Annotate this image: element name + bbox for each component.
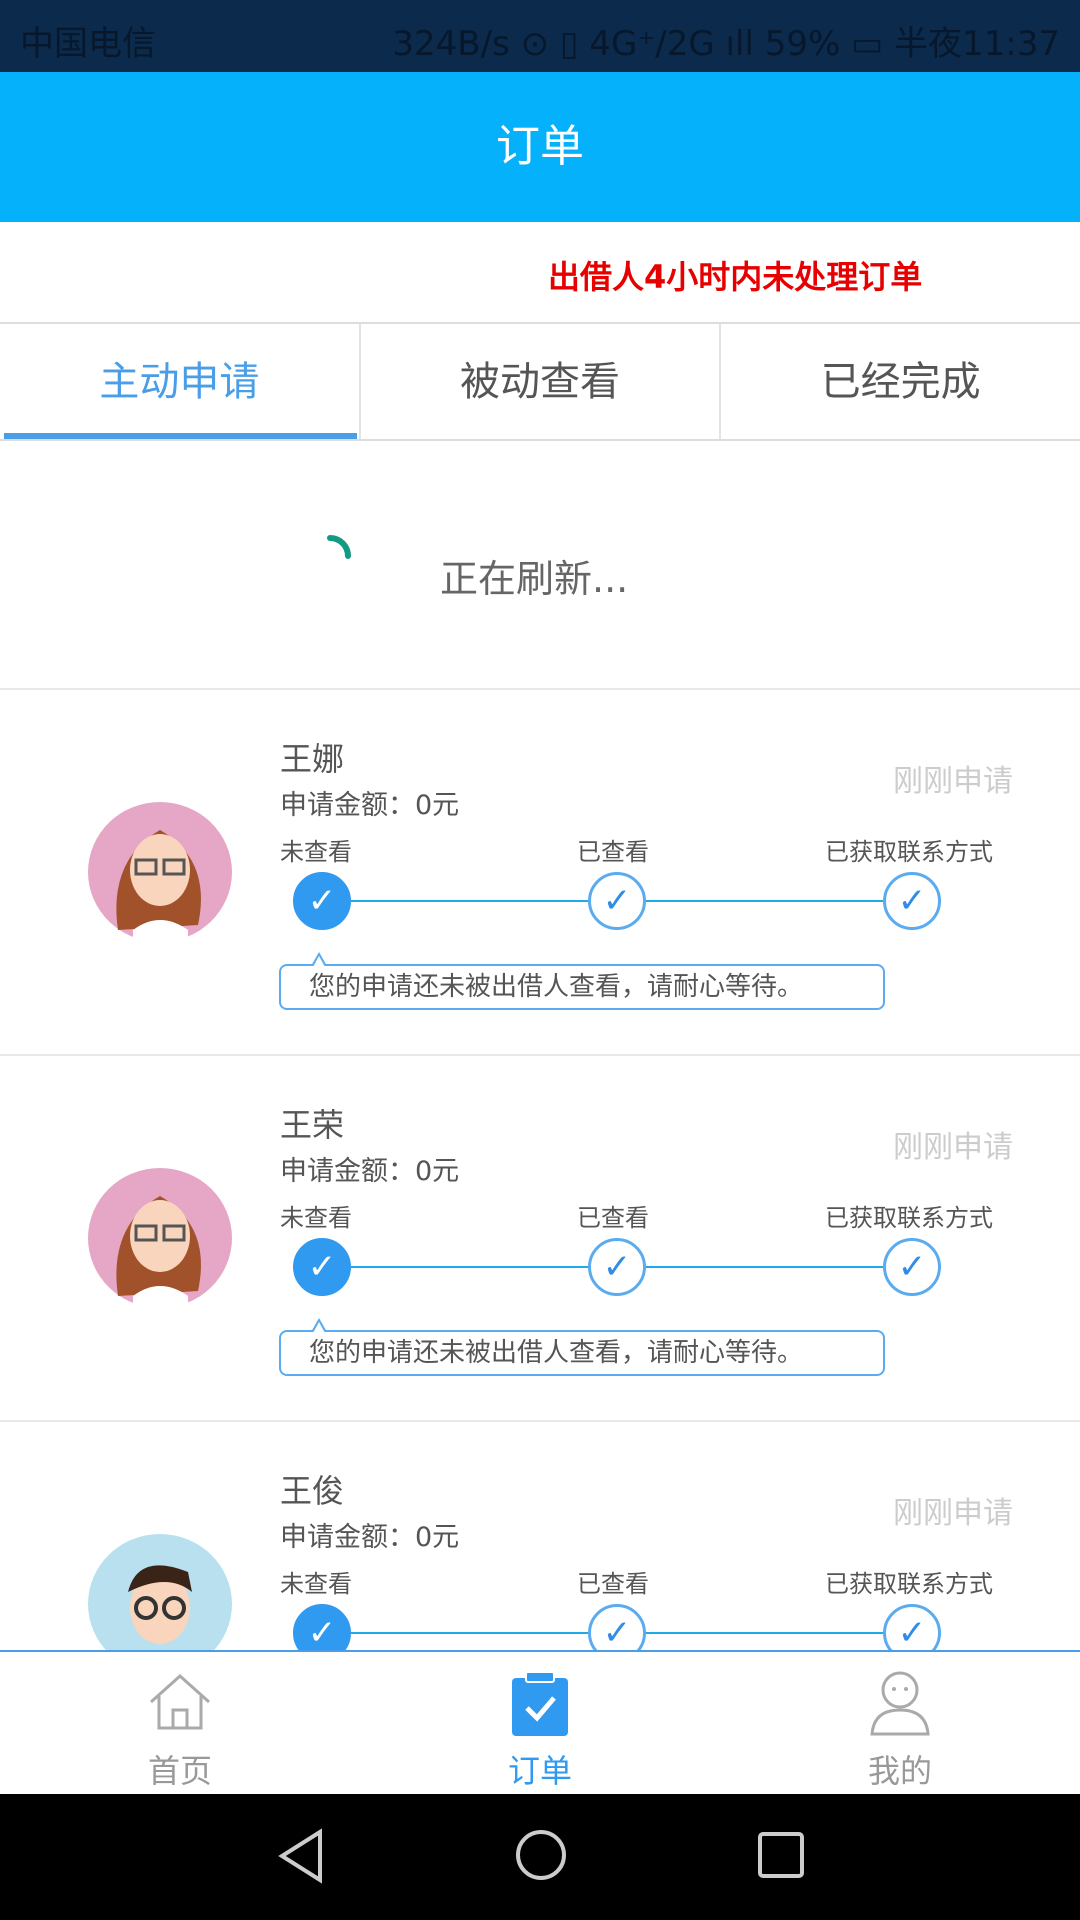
- user-icon: [870, 1671, 930, 1736]
- nav-label: 订单: [507, 1752, 572, 1790]
- recents-icon[interactable]: [756, 1830, 806, 1880]
- apply-time: 刚刚申请: [893, 1496, 1013, 1531]
- order-card[interactable]: 王荣 申请金额：0元 刚刚申请 未查看 ✓ 已查看 ✓ 已获取联系方式 ✓ 您的申请还…: [0, 1056, 1080, 1422]
- status-icons: 324B/s ⊙ ▯ 4G⁺/2G ıll 59% ▭ 半夜11:37: [392, 24, 1060, 64]
- tab-active-apply[interactable]: 主动申请: [0, 324, 361, 439]
- applicant-name: 王娜: [280, 740, 345, 778]
- step-label: 未查看: [280, 838, 352, 866]
- step-label: 已获取联系方式: [825, 1204, 993, 1232]
- back-icon[interactable]: [276, 1828, 326, 1884]
- avatar: [88, 1166, 232, 1310]
- apply-time: 刚刚申请: [893, 1130, 1013, 1165]
- bottom-nav: 首页 订单 我的: [0, 1650, 1080, 1794]
- step-label: 已获取联系方式: [825, 838, 993, 866]
- apply-amount: 申请金额：0元: [280, 790, 460, 821]
- step-check-icon: ✓: [883, 872, 941, 930]
- status-message: 您的申请还未被出借人查看，请耐心等待。: [279, 1318, 885, 1376]
- notice-marquee: 出借人4小时内未处理订单: [0, 222, 1080, 324]
- home-circle-icon[interactable]: [514, 1828, 568, 1882]
- step-check-icon: ✓: [293, 1238, 351, 1296]
- apply-amount: 申请金额：0元: [280, 1522, 460, 1553]
- nav-home[interactable]: 首页: [0, 1652, 360, 1794]
- loading-spinner-icon: [327, 535, 351, 559]
- apply-amount: 申请金额：0元: [280, 1156, 460, 1187]
- step-label: 已获取联系方式: [825, 1570, 993, 1598]
- nav-orders[interactable]: 订单: [360, 1652, 720, 1794]
- nav-mine[interactable]: 我的: [720, 1652, 1080, 1794]
- applicant-name: 王俊: [280, 1472, 345, 1510]
- tab-bar: 主动申请 被动查看 已经完成: [0, 324, 1080, 441]
- status-bar: 中国电信 324B/s ⊙ ▯ 4G⁺/2G ıll 59% ▭ 半夜11:37: [0, 0, 1080, 72]
- system-nav-bar: [0, 1794, 1080, 1920]
- step-check-icon: ✓: [588, 872, 646, 930]
- step-label: 已查看: [577, 838, 649, 866]
- home-icon: [149, 1673, 211, 1730]
- clipboard-check-icon: [512, 1671, 568, 1736]
- step-label: 未查看: [280, 1570, 352, 1598]
- step-check-icon: ✓: [588, 1238, 646, 1296]
- nav-label: 首页: [147, 1752, 212, 1790]
- carrier: 中国电信: [20, 24, 156, 64]
- notice-text: 出借人4小时内未处理订单: [548, 258, 923, 296]
- page-title: 订单: [0, 72, 1080, 222]
- refresh-text: 正在刷新...: [440, 557, 629, 601]
- step-check-icon: ✓: [293, 872, 351, 930]
- status-message: 您的申请还未被出借人查看，请耐心等待。: [279, 952, 885, 1010]
- nav-label: 我的: [867, 1752, 932, 1790]
- step-check-icon: ✓: [883, 1238, 941, 1296]
- apply-time: 刚刚申请: [893, 764, 1013, 799]
- avatar: [88, 800, 232, 944]
- step-label: 已查看: [577, 1204, 649, 1232]
- tab-completed[interactable]: 已经完成: [721, 324, 1080, 439]
- applicant-name: 王荣: [280, 1106, 345, 1144]
- tab-passive-view[interactable]: 被动查看: [361, 324, 722, 439]
- order-card[interactable]: 王娜 申请金额：0元 刚刚申请 未查看 ✓ 已查看 ✓ 已获取联系方式 ✓ 您的申请还…: [0, 690, 1080, 1056]
- step-label: 已查看: [577, 1570, 649, 1598]
- step-label: 未查看: [280, 1204, 352, 1232]
